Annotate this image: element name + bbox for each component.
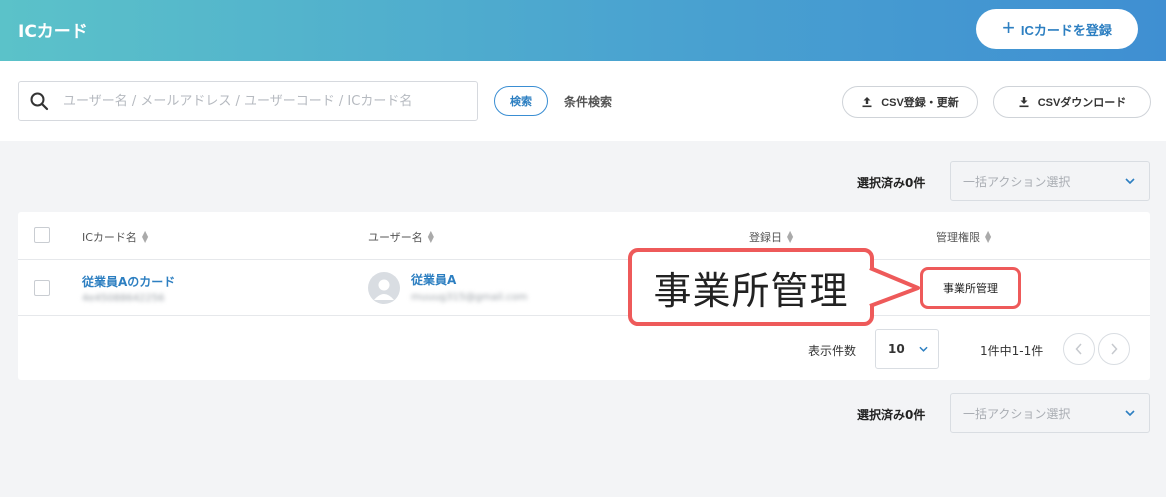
per-page-select[interactable]: 10 bbox=[875, 329, 939, 369]
search-box bbox=[18, 81, 478, 121]
column-permission-label: 管理権限 bbox=[936, 231, 980, 244]
sort-icon: ▲ ▼ bbox=[985, 229, 992, 244]
bulk-action-row-top: 選択済み0件 一括アクション選択 bbox=[0, 161, 1166, 201]
column-registered-date[interactable]: 登録日 ▲ ▼ bbox=[749, 229, 793, 245]
permission-cell: 事業所管理 bbox=[920, 267, 1021, 309]
selected-count-label: 選択済み0件 bbox=[857, 408, 926, 422]
csv-download-button[interactable]: CSVダウンロード bbox=[993, 86, 1151, 118]
card-name-link[interactable]: 従業員Aのカード bbox=[82, 273, 175, 290]
prev-page-button[interactable] bbox=[1063, 333, 1095, 365]
bulk-action-row-bottom: 選択済み0件 一括アクション選択 bbox=[0, 393, 1166, 433]
per-page-label: 表示件数 bbox=[808, 344, 857, 358]
bulk-action-placeholder: 一括アクション選択 bbox=[963, 174, 1071, 189]
callout-arrow bbox=[866, 266, 920, 308]
condition-search-link[interactable]: 条件検索 bbox=[564, 93, 612, 110]
column-registered-date-label: 登録日 bbox=[749, 231, 782, 244]
sort-icon: ▲ ▼ bbox=[427, 229, 434, 244]
register-ic-card-button[interactable]: + ICカードを登録 bbox=[976, 9, 1138, 49]
csv-download-label: CSVダウンロード bbox=[1037, 97, 1127, 109]
avatar bbox=[368, 272, 400, 304]
chevron-down-icon bbox=[1125, 410, 1135, 416]
csv-upload-button[interactable]: CSV登録・更新 bbox=[842, 86, 978, 118]
pagination-count: 1件中1-1件 bbox=[980, 344, 1044, 358]
sort-icon: ▲ ▼ bbox=[141, 229, 149, 244]
column-card-name[interactable]: ICカード名 ▲ ▼ bbox=[82, 229, 148, 245]
upload-icon bbox=[862, 97, 872, 108]
column-permission[interactable]: 管理権限 ▲ ▼ bbox=[936, 229, 991, 245]
annotation-callout: 事業所管理 bbox=[628, 248, 874, 326]
user-email-text: muuug315@gmail.com bbox=[411, 292, 528, 303]
chevron-down-icon bbox=[1125, 178, 1135, 184]
plus-icon: + bbox=[1002, 15, 1015, 40]
bulk-action-placeholder: 一括アクション選択 bbox=[963, 406, 1071, 421]
download-icon bbox=[1019, 97, 1029, 108]
chevron-down-icon bbox=[919, 346, 928, 352]
table-header: ICカード名 ▲ ▼ ユーザー名 ▲ ▼ 登録日 ▲ ▼ 管理権限 ▲ ▼ bbox=[18, 212, 1150, 260]
search-input[interactable] bbox=[63, 82, 477, 120]
sort-icon: ▲ ▼ bbox=[787, 229, 794, 244]
column-user-name[interactable]: ユーザー名 ▲ ▼ bbox=[368, 229, 434, 245]
chevron-right-icon bbox=[1111, 343, 1118, 355]
row-checkbox[interactable] bbox=[34, 280, 50, 296]
chevron-left-icon bbox=[1075, 343, 1082, 355]
bulk-action-select[interactable]: 一括アクション選択 bbox=[950, 393, 1150, 433]
selected-count-label: 選択済み0件 bbox=[857, 176, 926, 190]
table-row: 従業員Aのカード 4e45088642256 従業員A muuug315@gma… bbox=[18, 260, 1150, 316]
csv-upload-label: CSV登録・更新 bbox=[881, 97, 959, 109]
column-user-name-label: ユーザー名 bbox=[368, 231, 423, 244]
toolbar: 検索 条件検索 CSV登録・更新 CSVダウンロード bbox=[0, 61, 1166, 141]
user-name-link[interactable]: 従業員A bbox=[411, 271, 456, 288]
register-ic-card-label: ICカードを登録 bbox=[1020, 22, 1112, 38]
page-header: ICカード + ICカードを登録 bbox=[0, 0, 1166, 61]
column-card-name-label: ICカード名 bbox=[82, 231, 137, 244]
ic-card-table: ICカード名 ▲ ▼ ユーザー名 ▲ ▼ 登録日 ▲ ▼ 管理権限 ▲ ▼ 従業員Aのカ… bbox=[18, 212, 1150, 380]
card-id-text: 4e45088642256 bbox=[82, 293, 165, 304]
search-button[interactable]: 検索 bbox=[494, 86, 548, 116]
per-page-value: 10 bbox=[888, 342, 905, 356]
page-title: ICカード bbox=[18, 22, 88, 42]
bulk-action-select[interactable]: 一括アクション選択 bbox=[950, 161, 1150, 201]
select-all-checkbox[interactable] bbox=[34, 227, 50, 243]
search-icon bbox=[30, 92, 49, 111]
next-page-button[interactable] bbox=[1098, 333, 1130, 365]
user-icon bbox=[374, 279, 394, 300]
